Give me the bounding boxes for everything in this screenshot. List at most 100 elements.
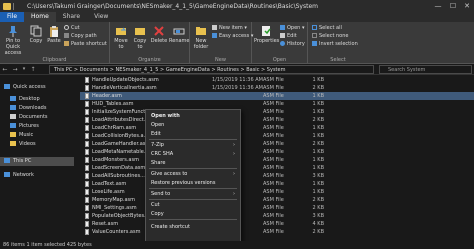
- copy-to-button[interactable]: Copy to: [131, 25, 149, 50]
- file-name: HandleUpdateObjects.asm: [92, 77, 159, 83]
- file-row[interactable]: NMI_Settings.asm ASM File 2 KB: [80, 204, 474, 212]
- search-input[interactable]: Search System: [379, 65, 472, 74]
- nav-item-pictures[interactable]: Pictures: [0, 122, 74, 131]
- file-row[interactable]: ValueCounters.asm ASM File 2 KB: [80, 228, 474, 236]
- properties-button[interactable]: Properties: [254, 25, 279, 44]
- file-row[interactable]: LoadMetaNametable... ASM File 1 KB: [80, 148, 474, 156]
- delete-label: Delete: [150, 38, 168, 44]
- tab-view[interactable]: View: [87, 12, 115, 22]
- file-row[interactable]: MemoryMap.asm ASM File 2 KB: [80, 196, 474, 204]
- file-name: PopulateObjectBytes...: [92, 213, 149, 219]
- easy-access-button[interactable]: Easy access ▾: [212, 33, 253, 40]
- file-row[interactable]: LoadGameHandler.asm ASM File 2 KB: [80, 140, 474, 148]
- select-none-button[interactable]: Select none: [312, 33, 349, 40]
- menu-item-crc-sha[interactable]: CRC SHA ›: [146, 150, 240, 158]
- history-button[interactable]: History: [280, 41, 305, 48]
- copy-path-button[interactable]: Copy path: [64, 33, 97, 40]
- menu-item-7-zip[interactable]: 7-Zip ›: [146, 141, 240, 149]
- menu-item-restore-previous-versions[interactable]: Restore previous versions: [146, 179, 240, 187]
- menu-item-copy[interactable]: Copy: [146, 210, 240, 218]
- invert-selection-button[interactable]: Invert selection: [312, 41, 358, 48]
- file-row[interactable]: InitializeSystemFunct... ASM File 1 KB: [80, 108, 474, 116]
- paste-button[interactable]: Paste: [46, 25, 62, 44]
- file-row[interactable]: HandleVerticalInertia.asm 1/15/2019 11:36…: [80, 84, 474, 92]
- move-to-button[interactable]: Move to: [112, 25, 130, 50]
- file-type: ASM File: [263, 109, 284, 115]
- nav-item-videos[interactable]: Videos: [0, 140, 74, 149]
- file-row[interactable]: LoadMonsters.asm ASM File 1 KB: [80, 156, 474, 164]
- quick-access-toolbar[interactable]: [13, 2, 19, 10]
- open-button[interactable]: Open ▾: [280, 25, 304, 32]
- rename-button[interactable]: Rename: [169, 25, 190, 44]
- file-icon: [85, 117, 89, 123]
- file-name: LoadCollisionBytes.a...: [92, 133, 149, 139]
- file-size: 2 KB: [312, 85, 324, 91]
- up-button[interactable]: ↑: [28, 66, 38, 73]
- new-item-button[interactable]: New item ▾: [212, 25, 247, 32]
- menu-item-send-to[interactable]: Send to ›: [146, 190, 240, 198]
- file-size: 1 KB: [312, 109, 324, 115]
- nav-item-documents[interactable]: Documents: [0, 113, 74, 122]
- tab-file[interactable]: File: [0, 12, 25, 22]
- menu-item-label: Share: [151, 160, 166, 166]
- file-size: 3 KB: [312, 213, 324, 219]
- menu-item-label: Edit: [151, 131, 161, 137]
- file-row[interactable]: LoadScreenData.asm ASM File 1 KB: [80, 164, 474, 172]
- menu-item-open-with[interactable]: Open with: [146, 112, 240, 120]
- nav-item-downloads[interactable]: Downloads: [0, 104, 74, 113]
- tab-home[interactable]: Home: [24, 12, 56, 22]
- file-row[interactable]: LoadAttributesDirect... ASM File 2 KB: [80, 116, 474, 124]
- file-size: 2 KB: [312, 197, 324, 203]
- cut-button[interactable]: Cut: [64, 25, 80, 32]
- edit-button[interactable]: Edit: [280, 33, 297, 40]
- address-bar[interactable]: This PC > Documents > NESmaker_4_1_5 > G…: [49, 65, 374, 74]
- menu-item-create-shortcut[interactable]: Create shortcut: [146, 223, 240, 231]
- minimize-button[interactable]: —: [431, 0, 445, 12]
- forward-button[interactable]: →: [10, 66, 20, 73]
- copy-button[interactable]: Copy: [28, 25, 44, 44]
- file-type: ASM File: [263, 213, 284, 219]
- menu-item-give-access-to[interactable]: Give access to ›: [146, 170, 240, 178]
- new-folder-button[interactable]: New folder: [192, 25, 210, 50]
- file-row[interactable]: LoadAllSubroutines... ASM File 3 KB: [80, 172, 474, 180]
- delete-button[interactable]: Delete: [150, 25, 168, 44]
- pin-quick-access-button[interactable]: Pin to Quick access: [2, 25, 24, 56]
- paste-shortcut-button[interactable]: Paste shortcut: [64, 41, 107, 48]
- close-button[interactable]: ✕: [460, 0, 474, 12]
- file-name: ValueCounters.asm: [92, 229, 141, 235]
- menu-item-open[interactable]: Open: [146, 121, 240, 129]
- back-button[interactable]: ←: [0, 66, 10, 73]
- paste-icon: [50, 26, 58, 37]
- file-row[interactable]: LoadText.asm ASM File 1 KB: [80, 180, 474, 188]
- menu-item-share[interactable]: Share: [146, 159, 240, 167]
- nav-item-quick-access[interactable]: Quick access: [0, 83, 74, 92]
- file-name: LoseLife.asm: [92, 189, 125, 195]
- file-row[interactable]: Reset.asm ASM File 4 KB: [80, 220, 474, 228]
- file-row[interactable]: LoseLife.asm ASM File 1 KB: [80, 188, 474, 196]
- maximize-button[interactable]: ☐: [446, 0, 460, 12]
- menu-item-edit[interactable]: Edit: [146, 130, 240, 138]
- file-name: Reset.asm: [92, 221, 119, 227]
- file-name: HUD_Tables.asm: [92, 101, 134, 107]
- document-icon: [10, 114, 16, 119]
- file-row[interactable]: HandleUpdateObjects.asm 1/15/2019 11:36 A…: [80, 76, 474, 84]
- file-size: 1 KB: [312, 165, 324, 171]
- nav-item-desktop[interactable]: Desktop: [0, 95, 74, 104]
- file-size: 2 KB: [312, 205, 324, 211]
- nav-item-network[interactable]: Network: [0, 171, 74, 180]
- nav-item-music[interactable]: Music: [0, 131, 74, 140]
- file-row[interactable]: HUD_Tables.asm ASM File 1 KB: [80, 100, 474, 108]
- menu-item-cut[interactable]: Cut: [146, 201, 240, 209]
- file-icon: [85, 141, 89, 147]
- recent-locations-button[interactable]: ▾: [20, 66, 28, 72]
- file-row[interactable]: Header.asm ASM File 1 KB: [80, 92, 474, 100]
- tab-share[interactable]: Share: [56, 12, 87, 22]
- file-date: 1/15/2019 11:36 AM: [212, 85, 263, 91]
- select-all-button[interactable]: Select all: [312, 25, 342, 32]
- file-name: LoadText.asm: [92, 181, 127, 187]
- file-row[interactable]: PopulateObjectBytes... ASM File 3 KB: [80, 212, 474, 220]
- file-row[interactable]: LoadCollisionBytes.a... ASM File 1 KB: [80, 132, 474, 140]
- file-row[interactable]: LoadChrRam.asm ASM File 1 KB: [80, 124, 474, 132]
- nav-item-this-pc[interactable]: This PC: [0, 157, 74, 166]
- ribbon: Pin to Quick access Copy Paste Cut Copy …: [0, 22, 474, 64]
